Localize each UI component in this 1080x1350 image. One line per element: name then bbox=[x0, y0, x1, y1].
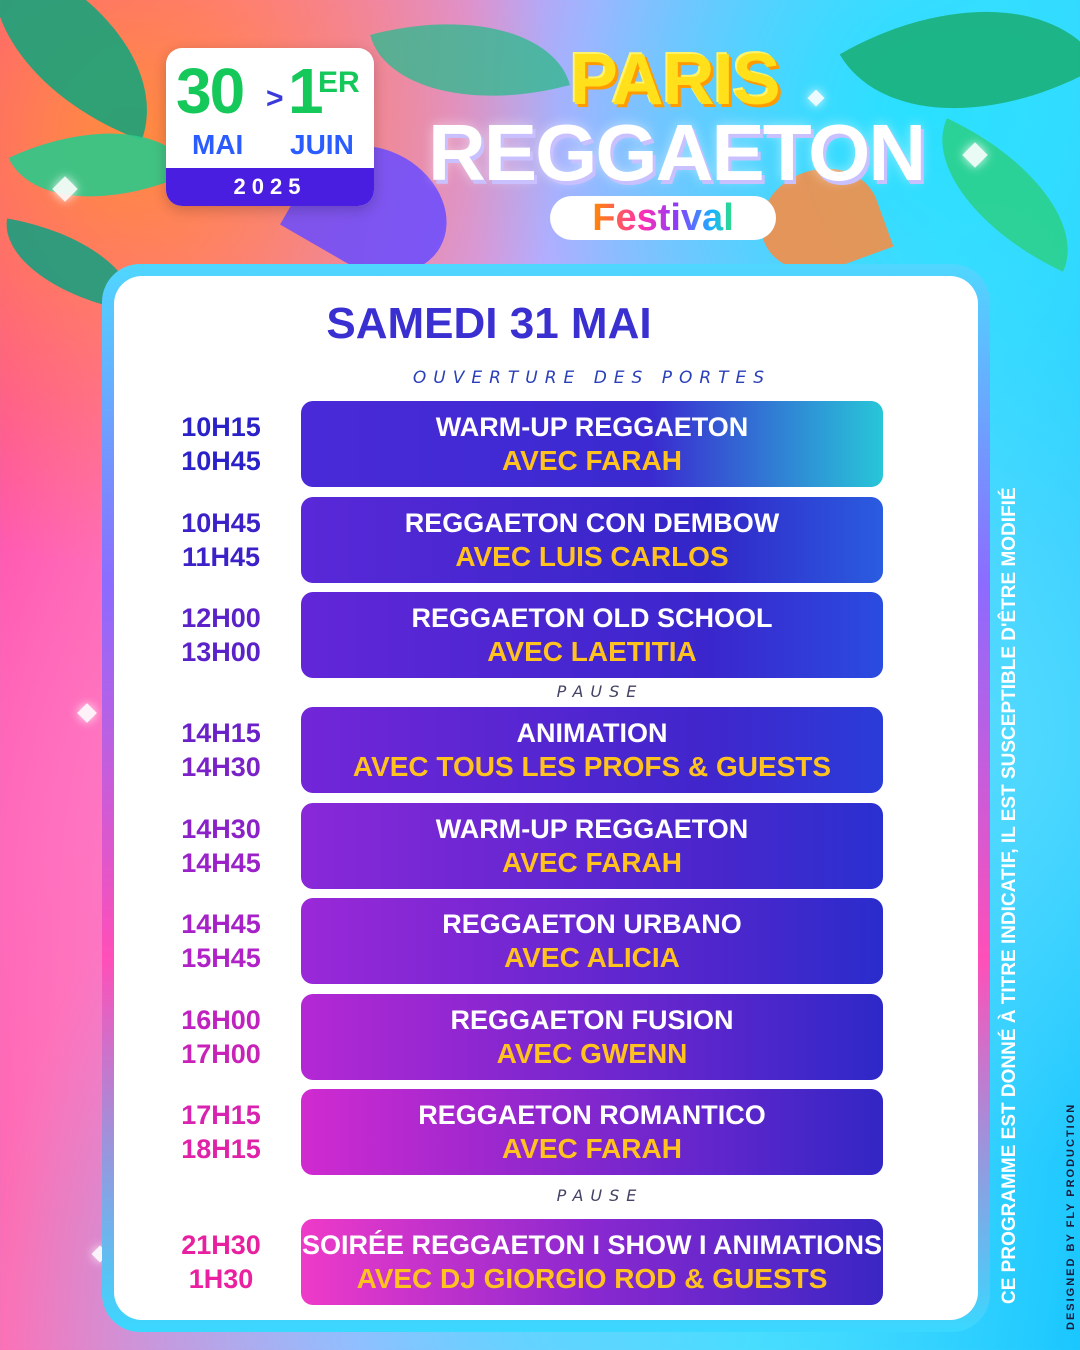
session-instructor: AVEC GWENN bbox=[496, 1038, 688, 1069]
logo-reggaeton: REGGAETON bbox=[428, 108, 926, 197]
session-title: REGGAETON ROMANTICO bbox=[418, 1100, 766, 1130]
end-time: 15H45 bbox=[181, 943, 261, 973]
start-time: 12H00 bbox=[181, 603, 261, 633]
schedule-time: 16H00 17H00 bbox=[146, 1003, 296, 1071]
schedule-time: 10H15 10H45 bbox=[146, 410, 296, 478]
opening-label: OUVERTURE DES PORTES bbox=[412, 368, 772, 388]
logo-festival-text: Festival bbox=[592, 197, 734, 239]
end-time: 1H30 bbox=[188, 1264, 254, 1294]
start-time: 21H30 bbox=[181, 1230, 261, 1260]
logo-festival: Festival bbox=[550, 196, 776, 240]
end-time: 13H00 bbox=[181, 637, 261, 667]
schedule-time: 12H00 13H00 bbox=[146, 601, 296, 669]
session-title: SOIRÉE REGGAETON I SHOW I ANIMATIONS bbox=[301, 1230, 883, 1260]
session-title: WARM-UP REGGAETON bbox=[435, 412, 749, 442]
date-range: 30 > 1 ER bbox=[166, 56, 374, 126]
designer-credit: DESIGNED BY FLY PRODUCTION bbox=[1065, 1102, 1077, 1330]
session-title: ANIMATION bbox=[516, 718, 668, 748]
schedule-item: WARM-UP REGGAETON AVEC FARAH bbox=[301, 803, 883, 889]
schedule-time: 21H30 1H30 bbox=[146, 1228, 296, 1296]
session-title: REGGAETON OLD SCHOOL bbox=[411, 603, 773, 633]
start-time: 17H15 bbox=[181, 1100, 261, 1130]
end-time: 17H00 bbox=[181, 1039, 261, 1069]
end-time: 14H30 bbox=[181, 752, 261, 782]
session-title: WARM-UP REGGAETON bbox=[435, 814, 749, 844]
disclaimer: CE PROGRAMME EST DONNÉ À TITRE INDICATIF… bbox=[999, 487, 1020, 1304]
date-badge: 30 > 1 ER MAI JUIN 2025 bbox=[166, 48, 374, 206]
session-title: REGGAETON FUSION bbox=[450, 1005, 734, 1035]
schedule-item: REGGAETON CON DEMBOW AVEC LUIS CARLOS bbox=[301, 497, 883, 583]
session-instructor: AVEC FARAH bbox=[502, 445, 682, 476]
start-time: 14H45 bbox=[181, 909, 261, 939]
end-time: 18H15 bbox=[181, 1134, 261, 1164]
day-title: SAMEDI 31 MAI bbox=[326, 299, 652, 348]
end-day-suffix: ER bbox=[318, 66, 360, 99]
schedule-time: 14H15 14H30 bbox=[146, 716, 296, 784]
start-time: 16H00 bbox=[181, 1005, 261, 1035]
end-month: JUIN bbox=[290, 129, 354, 160]
session-instructor: AVEC TOUS LES PROFS & GUESTS bbox=[352, 751, 832, 782]
start-time: 14H15 bbox=[181, 718, 261, 748]
schedule-time: 14H45 15H45 bbox=[146, 907, 296, 975]
schedule-time: 14H30 14H45 bbox=[146, 812, 296, 880]
start-month: MAI bbox=[192, 129, 244, 160]
start-time: 10H45 bbox=[181, 508, 261, 538]
session-instructor: AVEC FARAH bbox=[502, 847, 682, 878]
schedule-item: REGGAETON FUSION AVEC GWENN bbox=[301, 994, 883, 1080]
session-instructor: AVEC LAETITIA bbox=[487, 636, 697, 667]
pause-label: PAUSE bbox=[556, 682, 644, 701]
session-instructor: AVEC ALICIA bbox=[504, 942, 680, 973]
session-instructor: AVEC LUIS CARLOS bbox=[455, 541, 729, 572]
start-day: 30 bbox=[176, 55, 245, 127]
schedule-item: REGGAETON OLD SCHOOL AVEC LAETITIA bbox=[301, 592, 883, 678]
schedule-item: REGGAETON ROMANTICO AVEC FARAH bbox=[301, 1089, 883, 1175]
year: 2025 bbox=[166, 168, 374, 206]
end-time: 11H45 bbox=[181, 542, 261, 572]
schedule-item: WARM-UP REGGAETON AVEC FARAH bbox=[301, 401, 883, 487]
end-time: 14H45 bbox=[181, 848, 261, 878]
schedule-time: 10H45 11H45 bbox=[146, 506, 296, 574]
schedule-item: ANIMATION AVEC TOUS LES PROFS & GUESTS bbox=[301, 707, 883, 793]
schedule-item: REGGAETON URBANO AVEC ALICIA bbox=[301, 898, 883, 984]
schedule-time: 17H15 18H15 bbox=[146, 1098, 296, 1166]
start-time: 14H30 bbox=[181, 814, 261, 844]
start-time: 10H15 bbox=[181, 412, 261, 442]
session-instructor: AVEC FARAH bbox=[502, 1133, 682, 1164]
arrow-icon: > bbox=[266, 82, 284, 115]
session-title: REGGAETON CON DEMBOW bbox=[404, 508, 780, 538]
session-title: REGGAETON URBANO bbox=[442, 909, 742, 939]
pause-label: PAUSE bbox=[556, 1186, 644, 1205]
end-time: 10H45 bbox=[181, 446, 261, 476]
schedule-item: SOIRÉE REGGAETON I SHOW I ANIMATIONS AVEC… bbox=[301, 1219, 883, 1305]
session-instructor: AVEC DJ GIORGIO ROD & GUESTS bbox=[356, 1263, 828, 1294]
